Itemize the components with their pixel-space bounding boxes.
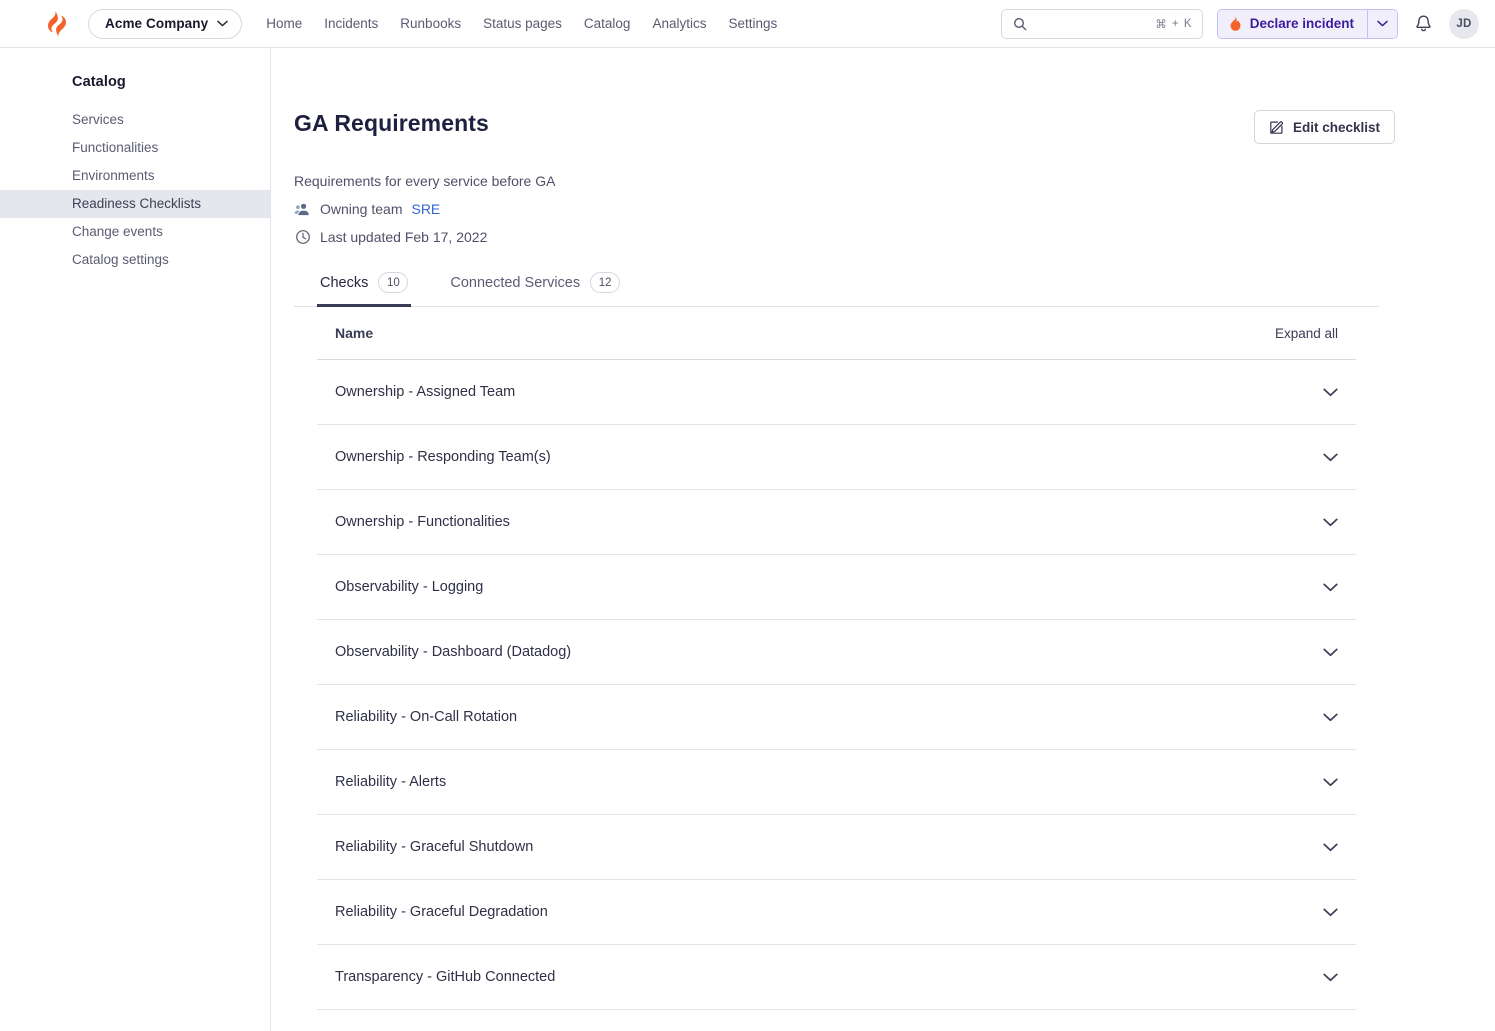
edit-checklist-label: Edit checklist	[1292, 119, 1380, 135]
sidebar-item-catalog-settings[interactable]: Catalog settings	[0, 246, 270, 274]
sidebar-item-environments[interactable]: Environments	[0, 162, 270, 190]
pencil-edit-icon	[1269, 120, 1284, 135]
sidebar-item-functionalities[interactable]: Functionalities	[0, 134, 270, 162]
shortcut-plus: +	[1171, 17, 1179, 30]
table-row[interactable]: Ownership - Responding Team(s)	[317, 425, 1356, 490]
avatar[interactable]: JD	[1449, 8, 1479, 39]
table-row[interactable]: Reliability - Alerts	[317, 750, 1356, 815]
check-name: Ownership - Assigned Team	[335, 384, 516, 400]
chevron-down-icon	[1377, 20, 1388, 27]
search-icon	[1013, 17, 1027, 31]
owning-team-row: Owning team SRE	[294, 201, 1395, 217]
table-row[interactable]: Observability - Logging	[317, 555, 1356, 620]
last-updated-row: Last updated Feb 17, 2022	[294, 229, 1395, 245]
nav-item-home[interactable]: Home	[266, 16, 302, 31]
nav-item-status-pages[interactable]: Status pages	[483, 16, 562, 31]
page-title: GA Requirements	[294, 110, 489, 136]
chevron-down-icon[interactable]	[1323, 453, 1338, 462]
shortcut-key: K	[1183, 17, 1192, 30]
avatar-initials: JD	[1456, 17, 1472, 30]
table-row[interactable]: Transparency - GitHub Connected	[317, 945, 1356, 1010]
tab-connected-services-count: 12	[590, 272, 621, 293]
declare-incident-label: Declare incident	[1249, 16, 1354, 31]
table-header-row: Name Expand all	[317, 307, 1356, 360]
table-row[interactable]: Reliability - Graceful Degradation	[317, 880, 1356, 945]
expand-all-button[interactable]: Expand all	[1275, 326, 1338, 341]
column-header-name: Name	[335, 325, 374, 341]
table-body: Ownership - Assigned Team Ownership - Re…	[317, 360, 1356, 1010]
top-navigation-bar: Acme Company Home Incidents Runbooks Sta…	[0, 0, 1495, 48]
chevron-down-icon[interactable]	[1323, 583, 1338, 592]
tab-checks-label: Checks	[320, 274, 369, 291]
shortcut-modifier: ⌘	[1155, 18, 1167, 31]
tab-checks-count: 10	[378, 272, 409, 293]
nav-item-analytics[interactable]: Analytics	[652, 16, 706, 31]
check-name: Reliability - Alerts	[335, 774, 447, 790]
main-nav: Home Incidents Runbooks Status pages Cat…	[266, 16, 777, 31]
nav-item-runbooks[interactable]: Runbooks	[400, 16, 461, 31]
chevron-down-icon[interactable]	[1323, 388, 1338, 397]
sidebar-item-readiness-checklists[interactable]: Readiness Checklists	[0, 190, 270, 218]
firehydrant-logo-icon[interactable]	[44, 10, 70, 38]
sidebar-item-change-events[interactable]: Change events	[0, 218, 270, 246]
check-name: Transparency - GitHub Connected	[335, 969, 556, 985]
tab-connected-services-label: Connected Services	[450, 274, 581, 291]
chevron-down-icon	[217, 20, 228, 27]
chevron-down-icon[interactable]	[1323, 713, 1338, 722]
chevron-down-icon[interactable]	[1323, 843, 1338, 852]
tab-checks[interactable]: Checks 10	[317, 272, 412, 307]
check-name: Reliability - On-Call Rotation	[335, 709, 518, 725]
nav-item-incidents[interactable]: Incidents	[324, 16, 378, 31]
clock-icon	[294, 229, 311, 245]
chevron-down-icon[interactable]	[1323, 973, 1338, 982]
topbar-actions: ⌘ + K Declare incident JD	[1000, 8, 1479, 39]
page-subtitle: Requirements for every service before GA	[294, 173, 556, 189]
search-input[interactable]: ⌘ + K	[1000, 8, 1203, 39]
tab-bar: Checks 10 Connected Services 12	[294, 272, 1379, 307]
checks-table: Name Expand all Ownership - Assigned Tea…	[294, 307, 1379, 1010]
check-name: Ownership - Functionalities	[335, 514, 510, 530]
table-row[interactable]: Ownership - Assigned Team	[317, 360, 1356, 425]
check-name: Observability - Logging	[335, 579, 484, 595]
nav-item-catalog[interactable]: Catalog	[584, 16, 631, 31]
search-shortcut-hint: ⌘ + K	[1155, 17, 1192, 31]
declare-incident-button[interactable]: Declare incident	[1217, 9, 1367, 38]
check-name: Reliability - Graceful Degradation	[335, 904, 548, 920]
page-header: GA Requirements Edit checklist	[294, 110, 1395, 144]
chevron-down-icon[interactable]	[1323, 518, 1338, 527]
owning-team-label: Owning team	[320, 201, 403, 217]
check-name: Reliability - Graceful Shutdown	[335, 839, 534, 855]
nav-item-settings[interactable]: Settings	[728, 16, 777, 31]
org-switcher-label: Acme Company	[105, 16, 209, 31]
declare-incident-group: Declare incident	[1216, 8, 1398, 39]
check-name: Ownership - Responding Team(s)	[335, 449, 551, 465]
table-row[interactable]: Ownership - Functionalities	[317, 490, 1356, 555]
users-icon	[294, 202, 311, 217]
main-content: GA Requirements Edit checklist Requireme…	[271, 48, 1495, 1031]
chevron-down-icon[interactable]	[1323, 648, 1338, 657]
bell-icon	[1414, 14, 1433, 34]
declare-incident-dropdown-toggle[interactable]	[1367, 9, 1397, 38]
table-row[interactable]: Reliability - Graceful Shutdown	[317, 815, 1356, 880]
flame-icon	[1229, 16, 1242, 31]
org-switcher[interactable]: Acme Company	[88, 8, 243, 39]
chevron-down-icon[interactable]	[1323, 908, 1338, 917]
tab-connected-services[interactable]: Connected Services 12	[447, 272, 623, 307]
sidebar-item-services[interactable]: Services	[0, 106, 270, 134]
edit-checklist-button[interactable]: Edit checklist	[1253, 110, 1395, 144]
last-updated-text: Last updated Feb 17, 2022	[320, 229, 488, 245]
sidebar-heading: Catalog	[72, 74, 126, 90]
chevron-down-icon[interactable]	[1323, 778, 1338, 787]
owning-team-value[interactable]: SRE	[411, 201, 440, 217]
sidebar: Catalog Services Functionalities Environ…	[0, 48, 271, 1031]
notifications-button[interactable]	[1412, 12, 1435, 36]
check-name: Observability - Dashboard (Datadog)	[335, 644, 572, 660]
app-shell: Catalog Services Functionalities Environ…	[0, 48, 1495, 1031]
table-row[interactable]: Reliability - On-Call Rotation	[317, 685, 1356, 750]
table-row[interactable]: Observability - Dashboard (Datadog)	[317, 620, 1356, 685]
